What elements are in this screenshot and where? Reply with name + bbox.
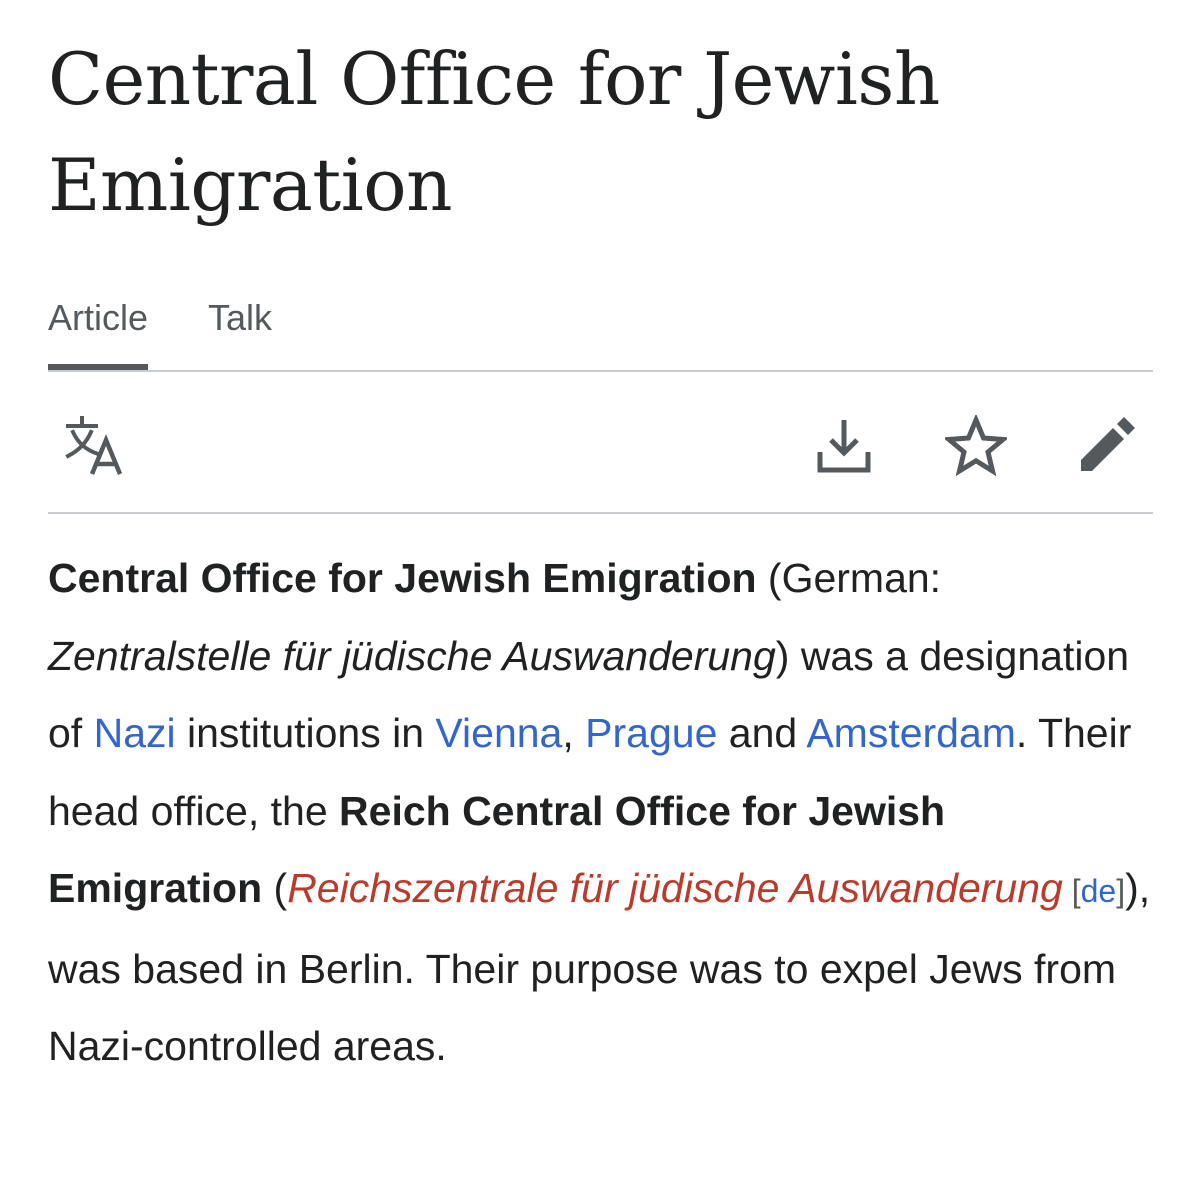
redlink-reichszentrale[interactable]: Reichszentrale für jüdische Auswanderung: [287, 865, 1063, 911]
lead-bold-title: Central Office for Jewish Emigration: [48, 555, 757, 601]
page-tabs: Article Talk: [48, 290, 1153, 372]
text-institutions-in: institutions in: [175, 710, 436, 756]
watch-button[interactable]: [940, 410, 1012, 482]
page-title-line-2: Emigration: [48, 143, 452, 227]
language-button[interactable]: [58, 410, 130, 482]
article-lead-paragraph: Central Office for Jewish Emigration (Ge…: [48, 540, 1158, 1086]
tab-talk[interactable]: Talk: [208, 290, 272, 368]
article-page: Central Office for Jewish Emigration Art…: [48, 0, 1153, 1069]
link-prague[interactable]: Prague: [585, 710, 717, 756]
download-icon: [817, 420, 871, 473]
pencil-icon: [1081, 417, 1135, 471]
link-de[interactable]: de: [1081, 873, 1117, 909]
page-title-line-1: Central Office for Jewish: [48, 37, 940, 121]
star-icon: [945, 415, 1007, 477]
interlang-open: [: [1062, 873, 1081, 909]
link-amsterdam[interactable]: Amsterdam: [806, 710, 1016, 756]
edit-button[interactable]: [1070, 410, 1142, 482]
download-button[interactable]: [808, 410, 880, 482]
interlang-close: ]: [1116, 873, 1126, 909]
german-name: Zentralstelle für jüdische Auswanderung: [48, 632, 776, 679]
text-and: and: [717, 710, 807, 756]
link-vienna[interactable]: Vienna: [435, 710, 562, 756]
page-title: Central Office for Jewish Emigration: [48, 0, 1153, 238]
tab-article[interactable]: Article: [48, 290, 149, 370]
language-icon: [65, 416, 123, 475]
page-actions-toolbar: [48, 372, 1153, 514]
link-nazi[interactable]: Nazi: [94, 710, 176, 756]
text-paren-open: (: [262, 865, 288, 911]
interlanguage-link: [de]: [1063, 873, 1125, 909]
text-german-open: (German:: [756, 555, 942, 601]
text-comma: ,: [562, 710, 586, 756]
